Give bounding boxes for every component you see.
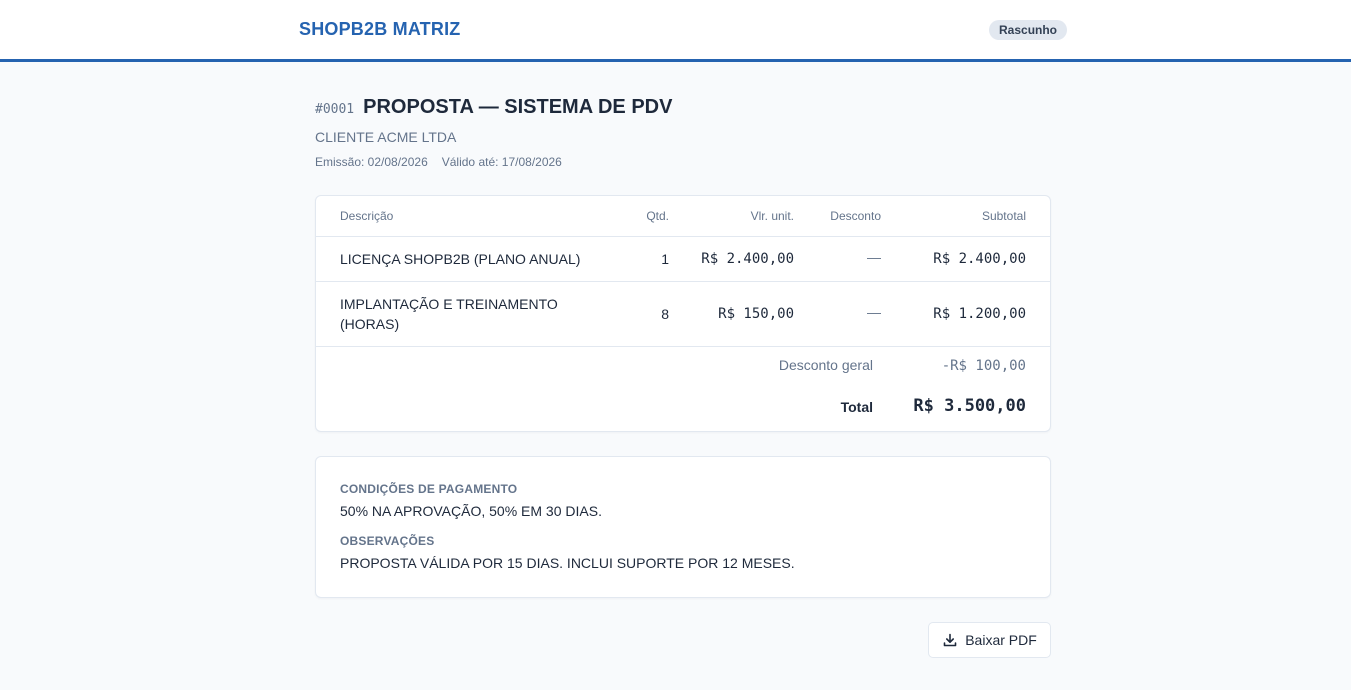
general-discount-value: -R$ 100,00: [941, 358, 1026, 374]
item-subtotal: R$ 1.200,00: [933, 306, 1026, 322]
issue-date: Emissão: 02/08/2026: [315, 155, 428, 169]
total-label: Total: [840, 399, 873, 415]
general-discount-label: Desconto geral: [778, 357, 873, 373]
brand-name[interactable]: SHOPB2B MATRIZ: [299, 19, 460, 40]
document-dates: Emissão: 02/08/2026 Válido até: 17/08/202…: [315, 155, 1051, 169]
item-description: IMPLANTAÇÃO E TREINAMENTO (HORAS): [340, 296, 558, 332]
total-value: R$ 3.500,00: [913, 396, 1026, 416]
item-unit-price: R$ 150,00: [718, 306, 794, 322]
item-description: LICENÇA SHOPB2B (PLANO ANUAL): [340, 251, 581, 267]
column-header-qty: Qtd.: [646, 209, 669, 223]
download-pdf-label: Baixar PDF: [965, 632, 1037, 648]
column-header-description: Descrição: [340, 209, 394, 223]
table-header: Descrição Qtd. Vlr. unit. Desconto Subto…: [316, 196, 1050, 237]
status-badge: Rascunho: [989, 20, 1068, 40]
download-pdf-button[interactable]: Baixar PDF: [928, 622, 1051, 658]
title-row: #0001 PROPOSTA — SISTEMA DE PDV: [315, 96, 1051, 119]
terms-card: CONDIÇÕES DE PAGAMENTO 50% NA APROVAÇÃO,…: [315, 456, 1051, 598]
item-subtotal: R$ 2.400,00: [933, 251, 1026, 267]
column-header-subtotal: Subtotal: [981, 209, 1026, 223]
table-row: IMPLANTAÇÃO E TREINAMENTO (HORAS) 8 R$ 1…: [316, 282, 1050, 347]
top-bar: SHOPB2B MATRIZ Rascunho: [0, 0, 1351, 62]
items-table: Descrição Qtd. Vlr. unit. Desconto Subto…: [315, 195, 1051, 432]
download-icon: [942, 632, 958, 648]
item-qty: 8: [661, 306, 669, 322]
valid-until-date: Válido até: 17/08/2026: [441, 155, 562, 169]
item-unit-price: R$ 2.400,00: [701, 251, 794, 267]
document-header: #0001 PROPOSTA — SISTEMA DE PDV CLIENTE …: [315, 96, 1051, 169]
item-discount: —: [867, 249, 881, 265]
column-header-discount: Desconto: [830, 209, 881, 223]
notes-label: OBSERVAÇÕES: [340, 534, 435, 548]
item-discount: —: [867, 304, 881, 320]
payment-terms-text: 50% NA APROVAÇÃO, 50% EM 30 DIAS.: [340, 503, 602, 519]
item-qty: 1: [661, 251, 669, 267]
column-header-unit-price: Vlr. unit.: [750, 209, 794, 223]
payment-terms-label: CONDIÇÕES DE PAGAMENTO: [340, 482, 518, 496]
notes-text: PROPOSTA VÁLIDA POR 15 DIAS. INCLUI SUPO…: [340, 555, 795, 571]
page-title: PROPOSTA — SISTEMA DE PDV: [363, 96, 673, 118]
table-row: LICENÇA SHOPB2B (PLANO ANUAL) 1 R$ 2.400…: [316, 237, 1050, 282]
client-name: CLIENTE ACME LTDA: [315, 129, 457, 145]
document-number: #0001: [315, 102, 355, 117]
